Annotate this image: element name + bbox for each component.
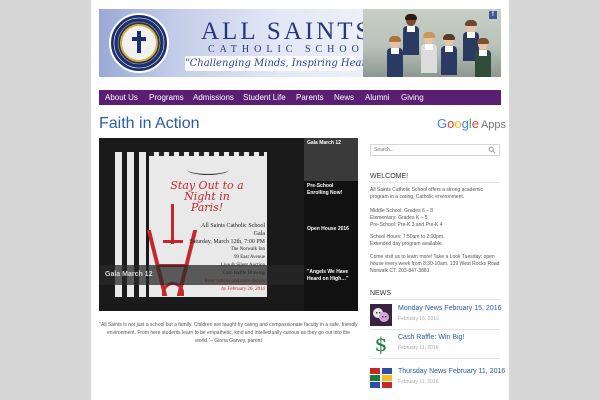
student-figure	[403, 14, 419, 55]
dollar-sign-icon: $	[370, 333, 392, 355]
nav-item-giving[interactable]: Giving	[401, 90, 424, 105]
student-figure	[421, 32, 437, 73]
news-item[interactable]: $ Cash Raffle: Win Big! February 11, 201…	[370, 333, 500, 359]
google-letter: G	[437, 116, 448, 131]
news-item[interactable]: Monday News February 15, 2016 February 1…	[370, 304, 502, 330]
school-hours: School Hours: 7:50am to 2:00pm. Extended…	[370, 234, 500, 248]
svg-text:$: $	[375, 333, 388, 355]
flags-icon	[370, 367, 392, 389]
header-banner[interactable]: ALL SAINTS CATHOLIC SCHOOL "Challenging …	[99, 9, 501, 77]
search-input[interactable]	[371, 145, 484, 155]
divider	[370, 182, 500, 183]
nav-item-parents[interactable]: Parents	[296, 90, 324, 105]
google-letter: e	[471, 116, 479, 131]
slider-tab-angels[interactable]: "Angels We Have Heard on High…"	[304, 267, 358, 310]
news-date: February 11, 2016	[398, 345, 439, 351]
grade-line: Pre-School: Pre-K 3 and Pre-K 4	[370, 222, 443, 228]
divider	[370, 358, 500, 359]
featured-slider[interactable]: Stay Out to a Night in Paris! All Saints…	[99, 138, 358, 311]
news-title[interactable]: Thursday News February 11, 2016	[398, 368, 505, 376]
nav-item-about-us[interactable]: About Us	[105, 90, 138, 105]
search-box	[370, 144, 500, 156]
seal-shield	[120, 24, 158, 62]
school-subtitle: CATHOLIC SCHOOL	[208, 44, 375, 55]
student-figure	[387, 36, 403, 77]
nav-item-student-life[interactable]: Student Life	[243, 90, 286, 105]
parent-testimonial: "All Saints is not just a school but a f…	[99, 322, 358, 344]
google-letter: g	[461, 116, 469, 131]
welcome-heading: WELCOME!	[370, 173, 409, 180]
student-figure	[475, 38, 491, 77]
google-letter: o	[454, 116, 462, 131]
apps-label: Apps	[480, 119, 507, 131]
school-tagline: "Challenging Minds, Inspiring Hearts"	[185, 56, 381, 71]
search-icon[interactable]	[488, 146, 496, 154]
section-title: Faith in Action	[99, 115, 200, 132]
nav-item-news[interactable]: News	[334, 90, 354, 105]
divider	[370, 329, 500, 330]
cross-icon	[132, 31, 146, 53]
slider-tab-preschool[interactable]: Pre-School Enrolling Now!	[304, 181, 358, 224]
news-item[interactable]: Thursday News February 11, 2016 February…	[370, 367, 505, 393]
news-title[interactable]: Monday News February 15, 2016	[398, 305, 502, 313]
poster-detail-line: The Norwalk Inn	[230, 247, 265, 252]
grades-list: Middle School: Grades 6 – 8 Elementary: …	[370, 208, 500, 229]
nav-item-alumni[interactable]: Alumni	[365, 90, 389, 105]
school-name: ALL SAINTS	[201, 18, 373, 45]
google-apps-logo[interactable]: Google Apps	[437, 117, 506, 132]
main-nav: About Us Programs Admissions Student Lif…	[99, 90, 501, 105]
hours-line: School Hours: 7:50am to 2:00pm.	[370, 234, 445, 240]
slide-caption: Gala March 12	[99, 265, 304, 285]
poster-detail-line: 99 East Avenue	[233, 255, 265, 260]
ornament-icon	[187, 164, 229, 175]
slider-tabs: Gala March 12 Pre-School Enrolling Now! …	[304, 138, 358, 311]
slide-image-gala-poster[interactable]: Stay Out to a Night in Paris! All Saints…	[99, 138, 304, 311]
poster-detail-line: by February 26, 2016	[221, 287, 265, 292]
news-date: February 11, 2016	[398, 379, 439, 385]
students-photo: f	[363, 9, 501, 77]
school-seal-logo[interactable]	[109, 13, 169, 73]
nav-item-admissions[interactable]: Admissions	[193, 90, 234, 105]
welcome-text: All Saints Catholic School offers a stro…	[370, 187, 484, 200]
nav-item-programs[interactable]: Programs	[149, 90, 184, 105]
news-title[interactable]: Cash Raffle: Win Big!	[398, 334, 464, 342]
grade-line: Elementary: Grades K – 5	[370, 215, 428, 221]
grade-line: Middle School: Grades 6 – 8	[370, 208, 434, 214]
drama-masks-icon	[370, 304, 392, 326]
page-container: ALL SAINTS CATHOLIC SCHOOL "Challenging …	[91, 0, 509, 400]
poster-border	[149, 152, 267, 156]
slide-caption-text: Gala March 12	[105, 271, 153, 278]
student-figure	[441, 34, 457, 75]
slider-tab-open-house[interactable]: Open House 2016	[304, 224, 358, 267]
news-date: February 16, 2016	[398, 316, 439, 322]
slider-tab-gala[interactable]: Gala March 12	[304, 138, 358, 181]
news-heading: NEWS	[370, 290, 391, 297]
poster-detail-line: All Saints Catholic School Gala	[201, 223, 265, 237]
hours-line: Extended day program available.	[370, 241, 444, 247]
divider	[370, 299, 500, 300]
facebook-icon[interactable]: f	[489, 11, 497, 19]
poster-detail-line: Saturday, March 12th, 7:00 PM	[189, 239, 265, 245]
visit-info: Come visit us to learn more! Take a Look…	[370, 254, 500, 274]
